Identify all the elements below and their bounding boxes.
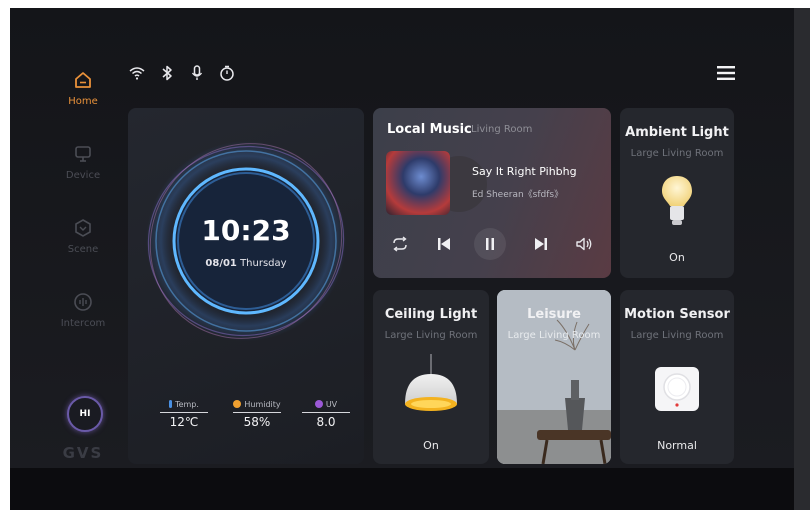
- leisure-title: Leisure: [527, 307, 581, 322]
- weather-uv: UV 8.0: [296, 400, 356, 429]
- bluetooth-icon: [158, 64, 176, 82]
- ceiling-lamp-icon: [405, 354, 457, 411]
- humidity-value: 58%: [243, 415, 271, 429]
- leisure-room: Large Living Room: [507, 330, 601, 341]
- nav-intercom[interactable]: Intercom: [45, 292, 121, 329]
- nav-device[interactable]: Device: [45, 144, 121, 181]
- music-card[interactable]: Local Music Living Room Say It Right Pih…: [373, 108, 611, 278]
- play-pause-button[interactable]: [474, 228, 506, 260]
- album-art: [386, 151, 450, 215]
- pause-icon: [486, 238, 494, 250]
- intercom-icon: [74, 293, 92, 311]
- previous-track-icon[interactable]: [434, 234, 454, 254]
- panel-device: Home Device Scene Intercom HI GVS 10:23 …: [10, 8, 794, 510]
- assistant-badge[interactable]: HI: [67, 396, 103, 432]
- volume-icon[interactable]: [574, 234, 594, 254]
- nav-home-label: Home: [68, 96, 98, 107]
- home-icon: [75, 72, 91, 88]
- nav-device-label: Device: [65, 170, 101, 181]
- microphone-icon: [188, 64, 206, 82]
- ambient-room: Large Living Room: [630, 148, 724, 159]
- song-title: Say It Right Pihbhg: [472, 165, 577, 178]
- hamburger-menu-icon[interactable]: [717, 66, 735, 80]
- weather-temp: Temp. 12℃: [154, 400, 214, 429]
- monitor-icon: [75, 146, 91, 162]
- motion-sensor-icon: [655, 367, 699, 411]
- ambient-light-card[interactable]: Ambient Light Large Living Room On: [620, 108, 734, 278]
- scene-icon: [75, 219, 91, 237]
- clock-time: 10:23: [201, 214, 291, 247]
- humidity-label: Humidity: [244, 400, 281, 409]
- song-artist: Ed Sheeran《sfdfs》: [472, 190, 564, 200]
- timer-icon: [218, 64, 236, 82]
- thermometer-icon: [169, 400, 173, 408]
- ambient-title: Ambient Light: [625, 125, 729, 140]
- uv-icon: [314, 400, 323, 408]
- ceiling-title: Ceiling Light: [384, 307, 478, 322]
- leisure-scene-card[interactable]: Leisure Large Living Room: [497, 290, 611, 464]
- repeat-icon[interactable]: [390, 234, 410, 254]
- motion-room: Large Living Room: [630, 330, 724, 341]
- music-title: Local Music: [387, 122, 472, 137]
- clock-date: 08/01 Thursday: [128, 258, 364, 269]
- nav-scene[interactable]: Scene: [45, 218, 121, 255]
- home-screen: Home Device Scene Intercom HI GVS 10:23 …: [10, 8, 794, 468]
- wifi-icon: [128, 64, 146, 82]
- bulb-icon: [662, 176, 692, 225]
- uv-label: UV: [325, 400, 338, 409]
- motion-state: Normal: [657, 439, 697, 452]
- temp-value: 12℃: [169, 415, 199, 429]
- uv-value: 8.0: [316, 415, 336, 429]
- ceiling-room: Large Living Room: [384, 330, 478, 341]
- music-room: Living Room: [471, 124, 533, 135]
- sidebar: Home Device Scene Intercom HI GVS: [10, 8, 120, 468]
- weekday-value: Thursday: [240, 258, 287, 269]
- temp-label: Temp.: [175, 400, 199, 409]
- ceiling-light-card[interactable]: Ceiling Light Large Living Room On: [373, 290, 489, 464]
- status-bar: [128, 63, 236, 83]
- weather-humidity: Humidity 58%: [227, 400, 287, 429]
- nav-scene-label: Scene: [67, 244, 99, 255]
- humidity-icon: [233, 400, 242, 408]
- next-track-icon[interactable]: [531, 234, 551, 254]
- date-value: 08/01: [205, 258, 237, 269]
- nav-home[interactable]: Home: [45, 70, 121, 107]
- device-bezel: [10, 468, 794, 510]
- nav-intercom-label: Intercom: [60, 318, 106, 329]
- clock-weather-card[interactable]: 10:23 08/01 Thursday Temp. 12℃ Humidity …: [128, 108, 364, 464]
- ambient-state: On: [669, 251, 685, 264]
- motion-title: Motion Sensor: [624, 307, 730, 322]
- motion-sensor-card[interactable]: Motion Sensor Large Living Room Normal: [620, 290, 734, 464]
- brand-logo: GVS: [62, 444, 104, 462]
- device-frame-edge: [794, 8, 810, 510]
- ceiling-state: On: [423, 439, 439, 452]
